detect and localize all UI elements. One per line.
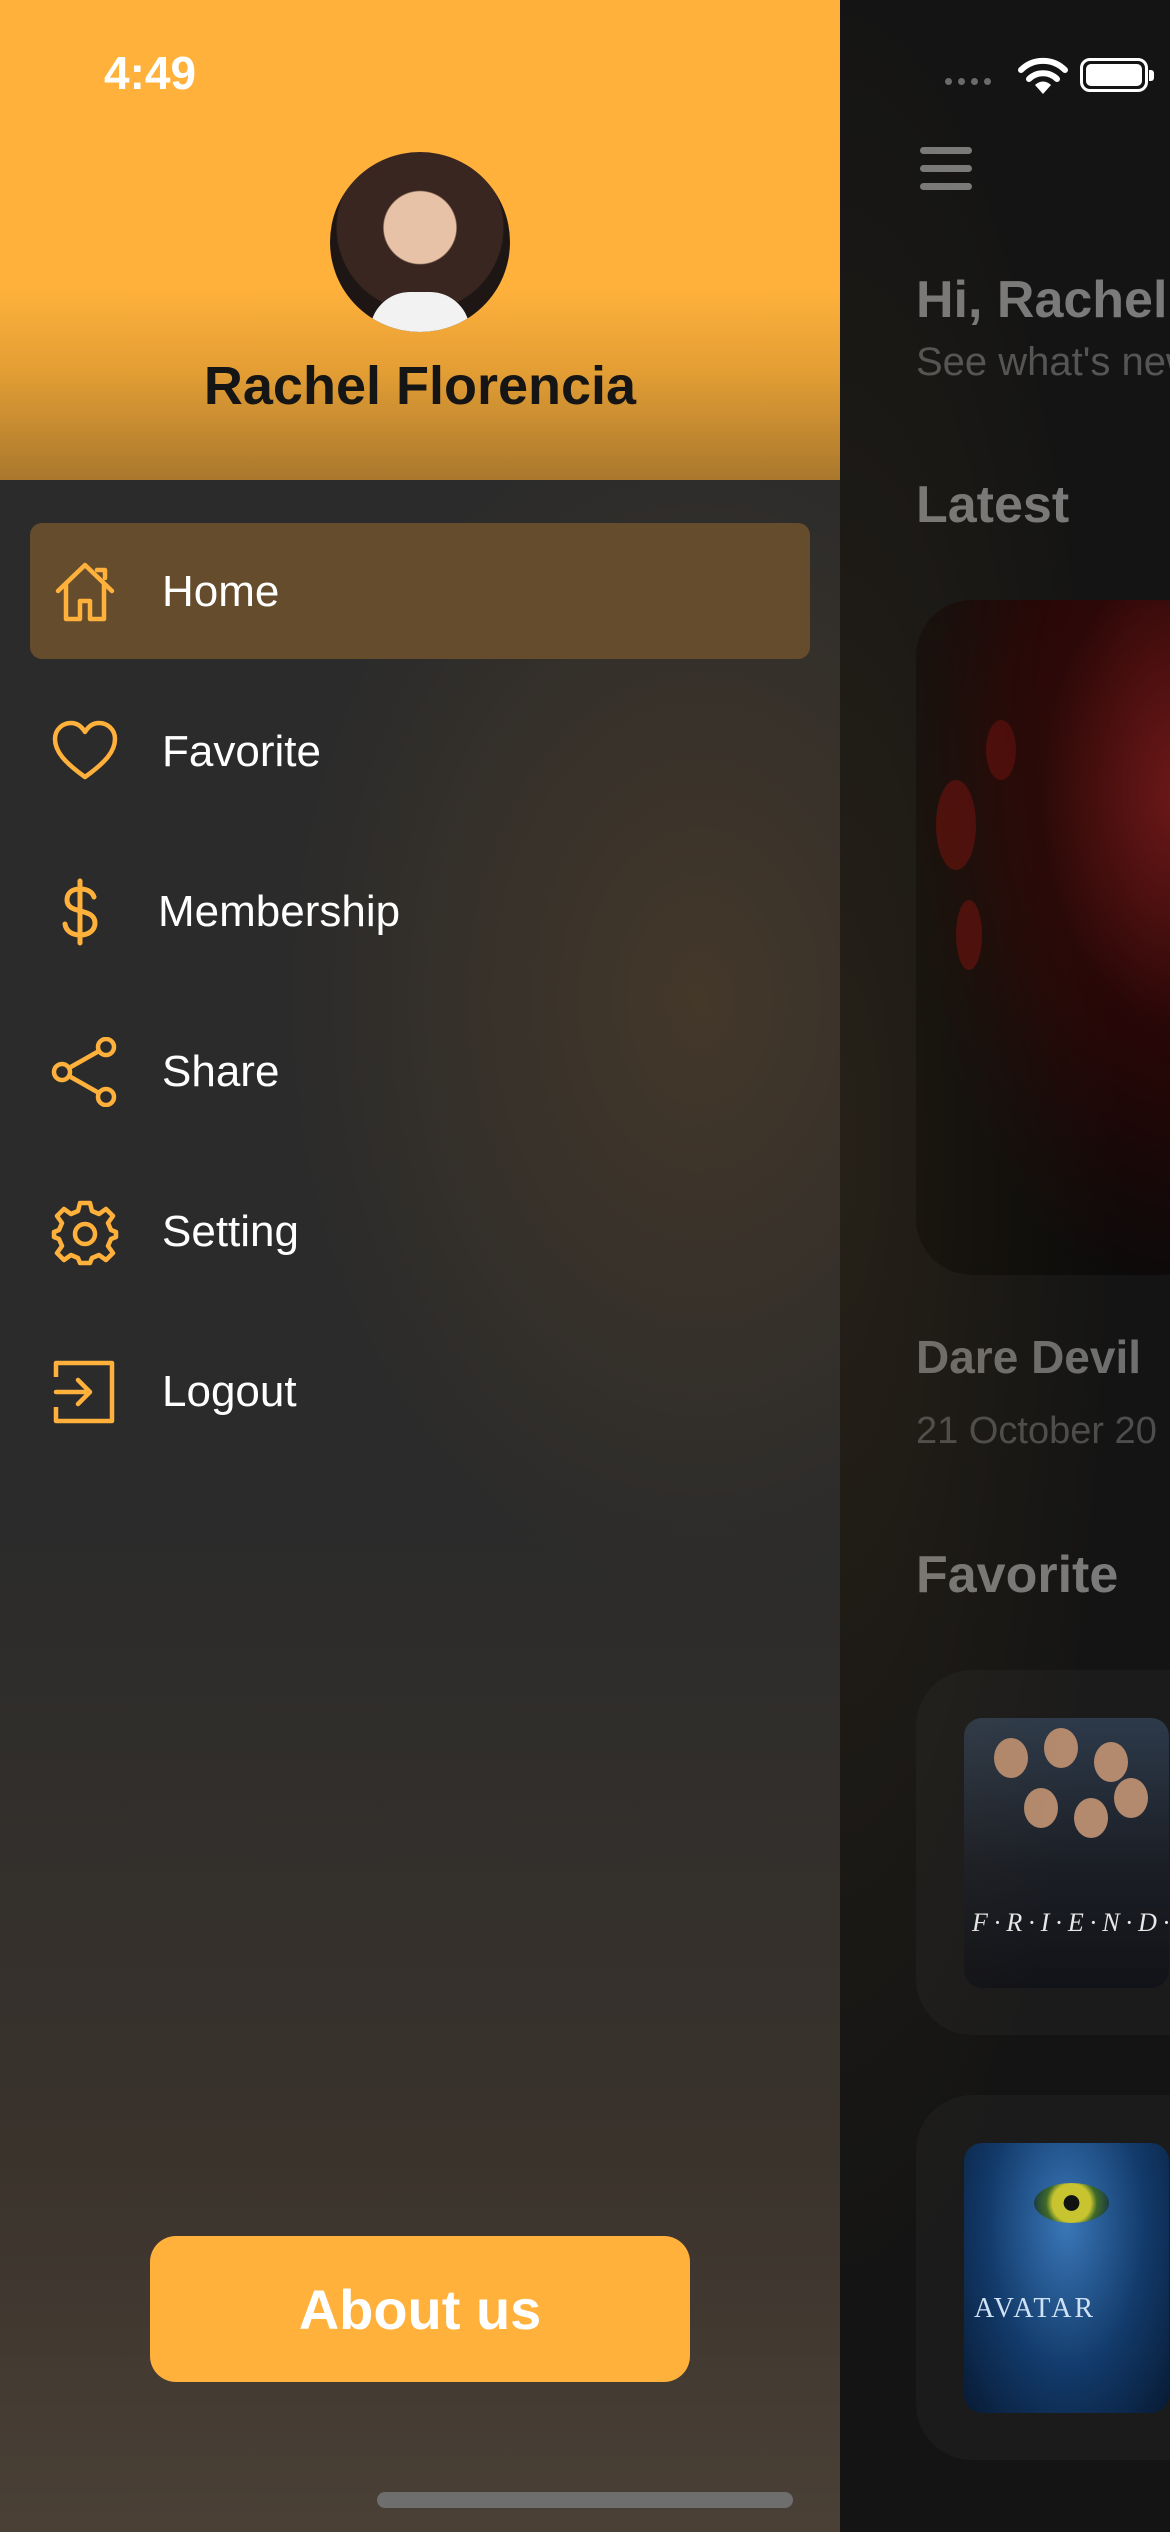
dollar-icon bbox=[50, 877, 120, 947]
menu-item-home[interactable]: Home bbox=[30, 523, 810, 659]
latest-movie-date: 21 October 20 bbox=[916, 1410, 1157, 1452]
status-time: 4:49 bbox=[104, 47, 197, 99]
latest-section-title: Latest bbox=[916, 476, 1070, 534]
greeting-subtitle: See what's new bbox=[916, 340, 1170, 384]
heart-icon bbox=[50, 717, 120, 787]
greeting-title: Hi, Rachel bbox=[916, 271, 1168, 329]
favorite-poster: AVATAR bbox=[964, 2143, 1169, 2413]
home-indicator[interactable] bbox=[377, 2492, 793, 2508]
favorite-section-title: Favorite bbox=[916, 1546, 1119, 1604]
favorite-card[interactable]: AVATAR bbox=[916, 2095, 1170, 2460]
latest-movie-title: Dare Devil bbox=[916, 1331, 1142, 1383]
menu-item-label: Logout bbox=[162, 1367, 297, 1416]
logout-icon bbox=[50, 1357, 120, 1427]
menu-item-label: Home bbox=[162, 567, 280, 616]
cellular-signal-icon bbox=[945, 78, 991, 85]
latest-movie-poster[interactable] bbox=[916, 600, 1170, 1275]
user-name: Rachel Florencia bbox=[203, 356, 637, 416]
drawer-header: 4:49 Rachel Florencia bbox=[0, 0, 840, 480]
favorite-poster: F·R·I·E·N·D·S bbox=[964, 1718, 1169, 1988]
gear-icon bbox=[50, 1197, 120, 1267]
menu-item-label: Favorite bbox=[162, 727, 321, 776]
avatar[interactable] bbox=[330, 152, 510, 332]
favorite-caption: AVATAR bbox=[974, 2293, 1097, 2324]
menu-item-setting[interactable]: Setting bbox=[30, 1163, 810, 1299]
favorite-card[interactable]: F·R·I·E·N·D·S bbox=[916, 1670, 1170, 2035]
wifi-icon bbox=[1018, 57, 1068, 94]
menu-item-membership[interactable]: Membership bbox=[30, 843, 810, 979]
hamburger-menu-icon[interactable] bbox=[920, 147, 972, 191]
status-icons bbox=[905, 52, 1154, 94]
favorite-caption: F·R·I·E·N·D·S bbox=[972, 1908, 1169, 1937]
share-icon bbox=[50, 1037, 120, 1107]
menu-item-label: Setting bbox=[162, 1207, 299, 1256]
menu-item-label: Share bbox=[162, 1047, 280, 1096]
battery-icon bbox=[1080, 58, 1154, 92]
side-drawer: 4:49 Rachel Florencia Home Favorite Memb… bbox=[0, 0, 840, 2532]
menu-item-share[interactable]: Share bbox=[30, 1003, 810, 1139]
home-screen: Hi, Rachel See what's new Latest Dare De… bbox=[840, 0, 1170, 2532]
menu-item-logout[interactable]: Logout bbox=[30, 1323, 810, 1459]
menu-item-favorite[interactable]: Favorite bbox=[30, 683, 810, 819]
about-us-button[interactable]: About us bbox=[150, 2236, 690, 2382]
drawer-menu: Home Favorite Membership Share Setting L… bbox=[30, 523, 810, 1483]
home-icon bbox=[50, 557, 120, 627]
menu-item-label: Membership bbox=[158, 887, 401, 936]
